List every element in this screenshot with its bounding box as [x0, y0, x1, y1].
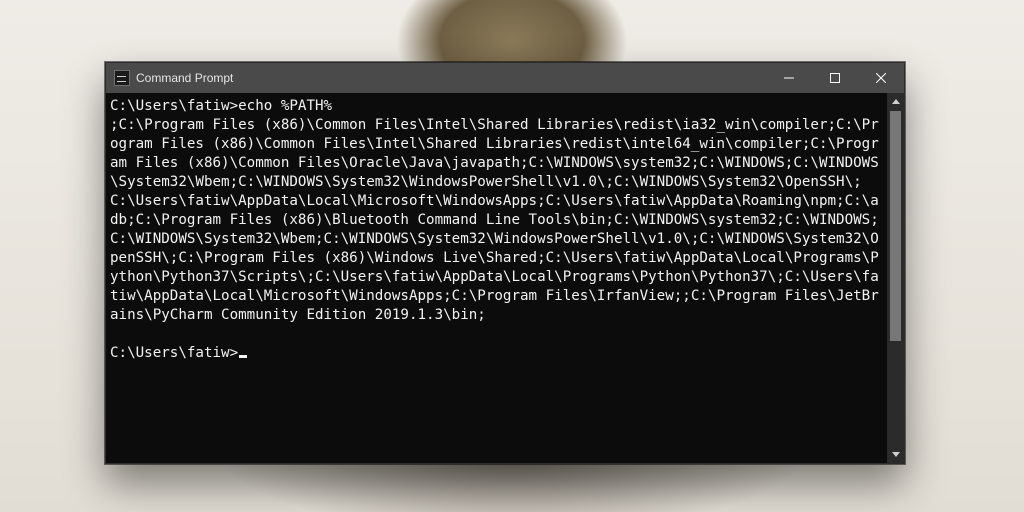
- minimize-button[interactable]: [766, 63, 812, 93]
- prompt-1: C:\Users\fatiw>echo %PATH%: [110, 98, 332, 114]
- maximize-button[interactable]: [812, 63, 858, 93]
- scroll-thumb[interactable]: [890, 111, 901, 341]
- prompt-prefix: C:\Users\fatiw>: [110, 345, 238, 361]
- path-output: ;C:\Program Files (x86)\Common Files\Int…: [110, 117, 879, 323]
- prompt-prefix: C:\Users\fatiw>: [110, 98, 238, 114]
- title-bar[interactable]: Command Prompt: [106, 63, 904, 93]
- cmd-icon: [114, 70, 130, 86]
- minimize-icon: [784, 73, 794, 83]
- text-cursor: [239, 355, 247, 358]
- desktop-background: Command Prompt C:\Users\fatiw>echo %PATH…: [0, 0, 1024, 512]
- window-title: Command Prompt: [136, 71, 233, 85]
- terminal-output[interactable]: C:\Users\fatiw>echo %PATH% ;C:\Program F…: [106, 93, 887, 463]
- command-text: echo %PATH%: [238, 98, 332, 114]
- vertical-scrollbar[interactable]: [887, 93, 904, 463]
- prompt-2: C:\Users\fatiw>: [110, 345, 247, 361]
- close-icon: [876, 73, 886, 83]
- window-controls: [766, 63, 904, 93]
- scroll-down-button[interactable]: [887, 446, 904, 463]
- command-prompt-window: Command Prompt C:\Users\fatiw>echo %PATH…: [105, 62, 905, 464]
- close-button[interactable]: [858, 63, 904, 93]
- maximize-icon: [830, 73, 840, 83]
- scroll-up-button[interactable]: [887, 93, 904, 110]
- client-area: C:\Users\fatiw>echo %PATH% ;C:\Program F…: [106, 93, 904, 463]
